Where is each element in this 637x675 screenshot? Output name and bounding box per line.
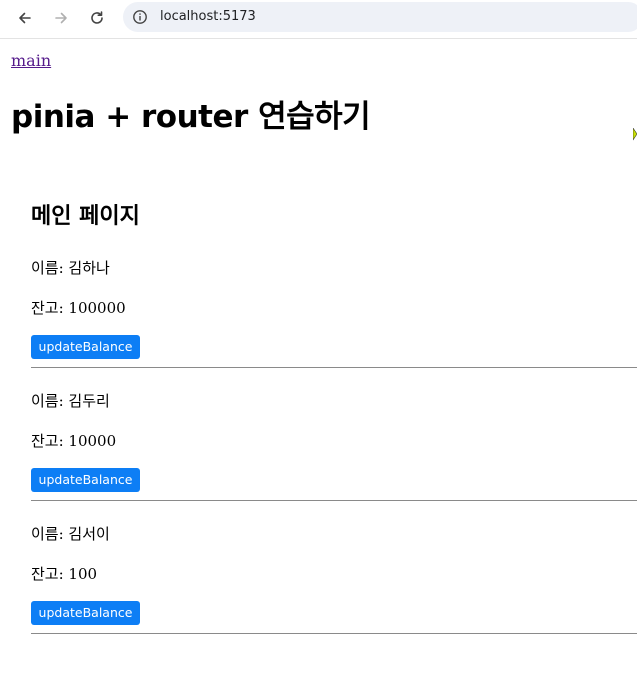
user-name: 이름: 김하나	[31, 259, 110, 277]
mouse-cursor-icon	[633, 128, 637, 141]
back-button[interactable]	[10, 3, 40, 33]
update-balance-button[interactable]: updateBalance	[31, 335, 140, 359]
reload-button[interactable]	[82, 3, 112, 33]
update-balance-button[interactable]: updateBalance	[31, 601, 140, 625]
divider	[31, 367, 637, 368]
address-bar[interactable]: localhost:5173	[123, 2, 637, 32]
divider	[31, 633, 637, 634]
info-icon	[133, 10, 147, 24]
divider	[31, 500, 637, 501]
forward-button[interactable]	[46, 3, 76, 33]
user-balance: 잔고: 10000	[31, 432, 117, 450]
site-info-button[interactable]	[131, 8, 149, 26]
user-balance: 잔고: 100	[31, 565, 98, 583]
update-balance-button[interactable]: updateBalance	[31, 468, 140, 492]
main-link[interactable]: main	[11, 51, 51, 70]
app-title: pinia + router 연습하기	[11, 99, 371, 135]
url-text[interactable]: localhost:5173	[160, 8, 256, 26]
page-heading: 메인 페이지	[31, 204, 140, 229]
user-name: 이름: 김서이	[31, 525, 110, 543]
user-name: 이름: 김두리	[31, 392, 110, 410]
arrow-right-icon	[55, 12, 67, 24]
user-balance: 잔고: 100000	[31, 299, 126, 317]
reload-icon	[91, 11, 103, 24]
browser-toolbar: localhost:5173	[0, 0, 637, 39]
arrow-left-icon	[19, 12, 31, 24]
